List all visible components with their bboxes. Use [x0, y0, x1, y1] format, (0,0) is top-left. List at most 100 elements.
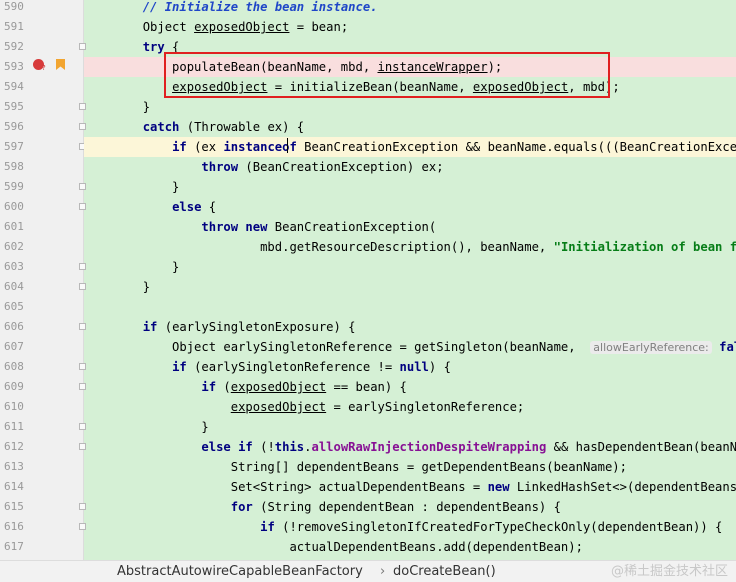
code-line[interactable]: 597 if (ex instanceof BeanCreationExcept…: [0, 137, 736, 157]
code-line[interactable]: 595 }: [0, 97, 736, 117]
code-line[interactable]: 607 Object earlySingletonReference = get…: [0, 337, 736, 357]
line-number[interactable]: 606: [4, 317, 26, 337]
code-line[interactable]: 590 // Initialize the bean instance.: [0, 0, 736, 17]
line-number[interactable]: 597: [4, 137, 26, 157]
line-number[interactable]: 611: [4, 417, 26, 437]
code-text[interactable]: // Initialize the bean instance.: [84, 0, 736, 17]
bookmark-icon[interactable]: [56, 59, 65, 70]
code-line[interactable]: 614 Set<String> actualDependentBeans = n…: [0, 477, 736, 497]
line-number[interactable]: 602: [4, 237, 26, 257]
code-line[interactable]: 610 exposedObject = earlySingletonRefere…: [0, 397, 736, 417]
code-text[interactable]: }: [84, 97, 736, 117]
code-token: ) {: [428, 360, 451, 374]
code-text[interactable]: mbd.getResourceDescription(), beanName, …: [84, 237, 736, 257]
line-number[interactable]: 590: [4, 0, 26, 17]
code-line[interactable]: 603 }: [0, 257, 736, 277]
line-number[interactable]: 614: [4, 477, 26, 497]
code-text[interactable]: if (ex instanceof BeanCreationException …: [84, 137, 736, 157]
code-token: actualDependentBeans.add(dependentBean);: [84, 540, 583, 554]
code-line[interactable]: 600 else {: [0, 197, 736, 217]
code-token: "Initialization of bean faile: [553, 240, 736, 254]
line-number[interactable]: 595: [4, 97, 26, 117]
code-text[interactable]: catch (Throwable ex) {: [84, 117, 736, 137]
code-token: String[] dependentBeans = getDependentBe…: [84, 460, 627, 474]
code-line[interactable]: 605: [0, 297, 736, 317]
line-number[interactable]: 608: [4, 357, 26, 377]
line-number[interactable]: 594: [4, 77, 26, 97]
code-token: false: [719, 340, 736, 354]
breadcrumb-class[interactable]: AbstractAutowireCapableBeanFactory: [117, 563, 363, 581]
code-line[interactable]: 604 }: [0, 277, 736, 297]
code-line[interactable]: 616 if (!removeSingletonIfCreatedForType…: [0, 517, 736, 537]
code-token: for: [230, 500, 253, 514]
code-text[interactable]: if (exposedObject == bean) {: [84, 377, 736, 397]
line-number[interactable]: 603: [4, 257, 26, 277]
code-text[interactable]: }: [84, 277, 736, 297]
line-number[interactable]: 599: [4, 177, 26, 197]
line-number[interactable]: 598: [4, 157, 26, 177]
code-token: }: [84, 420, 209, 434]
code-text[interactable]: if (!removeSingletonIfCreatedForTypeChec…: [84, 517, 736, 537]
breadcrumb-method[interactable]: doCreateBean(): [393, 563, 496, 581]
line-number[interactable]: 604: [4, 277, 26, 297]
line-number[interactable]: 612: [4, 437, 26, 457]
code-text[interactable]: for (String dependentBean : dependentBea…: [84, 497, 736, 517]
code-line[interactable]: 606 if (earlySingletonExposure) {: [0, 317, 736, 337]
line-number[interactable]: 607: [4, 337, 26, 357]
line-number[interactable]: 610: [4, 397, 26, 417]
line-number[interactable]: 617: [4, 537, 26, 557]
code-text[interactable]: throw new BeanCreationException(: [84, 217, 736, 237]
code-text[interactable]: Object earlySingletonReference = getSing…: [84, 337, 736, 357]
code-token: }: [84, 100, 151, 114]
code-text[interactable]: actualDependentBeans.add(dependentBean);: [84, 537, 736, 557]
code-text[interactable]: if (earlySingletonReference != null) {: [84, 357, 736, 377]
code-token: if: [201, 380, 217, 394]
line-number[interactable]: 596: [4, 117, 26, 137]
code-line[interactable]: 612 else if (!this.allowRawInjectionDesp…: [0, 437, 736, 457]
code-token: (earlySingletonExposure) {: [157, 320, 356, 334]
code-line[interactable]: 599 }: [0, 177, 736, 197]
code-text[interactable]: if (earlySingletonExposure) {: [84, 317, 736, 337]
line-number[interactable]: 601: [4, 217, 26, 237]
code-token: == bean) {: [326, 380, 407, 394]
code-line[interactable]: 591 Object exposedObject = bean;: [0, 17, 736, 37]
code-line[interactable]: 609 if (exposedObject == bean) {: [0, 377, 736, 397]
line-number[interactable]: 605: [4, 297, 26, 317]
code-text[interactable]: Set<String> actualDependentBeans = new L…: [84, 477, 736, 497]
code-line[interactable]: 596 catch (Throwable ex) {: [0, 117, 736, 137]
code-text[interactable]: throw (BeanCreationException) ex;: [84, 157, 736, 177]
code-text[interactable]: exposedObject = earlySingletonReference;: [84, 397, 736, 417]
code-token: (ex: [186, 140, 224, 154]
line-number[interactable]: 600: [4, 197, 26, 217]
code-text[interactable]: else if (!this.allowRawInjectionDespiteW…: [84, 437, 736, 457]
code-line[interactable]: 611 }: [0, 417, 736, 437]
code-text[interactable]: String[] dependentBeans = getDependentBe…: [84, 457, 736, 477]
breakpoint-badge: ?: [42, 64, 46, 72]
line-number[interactable]: 615: [4, 497, 26, 517]
code-text[interactable]: else {: [84, 197, 736, 217]
line-number[interactable]: 609: [4, 377, 26, 397]
code-line[interactable]: 602 mbd.getResourceDescription(), beanNa…: [0, 237, 736, 257]
line-number[interactable]: 592: [4, 37, 26, 57]
code-line[interactable]: 617 actualDependentBeans.add(dependentBe…: [0, 537, 736, 557]
line-number[interactable]: 613: [4, 457, 26, 477]
code-text[interactable]: }: [84, 257, 736, 277]
code-line[interactable]: 601 throw new BeanCreationException(: [0, 217, 736, 237]
code-text[interactable]: [84, 297, 736, 317]
code-text[interactable]: Object exposedObject = bean;: [84, 17, 736, 37]
code-editor[interactable]: 590 // Initialize the bean instance. 591 …: [0, 0, 736, 560]
code-text[interactable]: }: [84, 177, 736, 197]
code-line[interactable]: 598 throw (BeanCreationException) ex;: [0, 157, 736, 177]
code-text[interactable]: }: [84, 417, 736, 437]
code-token: BeanCreationException && beanName.equals…: [296, 140, 736, 154]
code-line[interactable]: 613 String[] dependentBeans = getDepende…: [0, 457, 736, 477]
line-number[interactable]: 593: [4, 57, 26, 77]
code-line[interactable]: 608 if (earlySingletonReference != null)…: [0, 357, 736, 377]
line-number[interactable]: 616: [4, 517, 26, 537]
code-line[interactable]: 615 for (String dependentBean : dependen…: [0, 497, 736, 517]
code-token: Object earlySingletonReference = getSing…: [84, 340, 591, 354]
line-number[interactable]: 591: [4, 17, 26, 37]
code-token: (Throwable ex) {: [179, 120, 305, 134]
